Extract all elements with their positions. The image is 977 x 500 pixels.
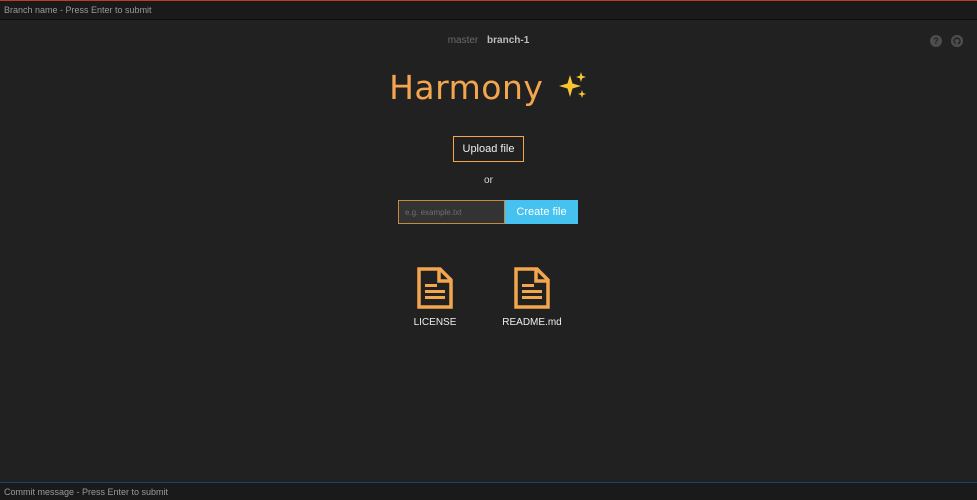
create-file-button[interactable]: Create file	[505, 200, 578, 224]
upload-file-button[interactable]: Upload file	[453, 136, 524, 162]
branch-name-input[interactable]	[0, 1, 977, 19]
new-filename-input[interactable]	[398, 200, 505, 224]
branch-list: master branch-1	[0, 35, 977, 46]
file-name-license: LICENSE	[413, 317, 457, 328]
app-title: Harmony	[389, 68, 544, 107]
sparkles-icon	[556, 71, 588, 106]
help-icon[interactable]: ?	[930, 35, 942, 47]
file-item-readme[interactable]: README.md	[487, 266, 577, 328]
or-divider-text: or	[484, 175, 493, 186]
github-icon[interactable]	[951, 35, 963, 47]
document-icon	[417, 267, 453, 309]
branch-tab-master[interactable]: master	[448, 35, 479, 46]
file-item-license[interactable]: LICENSE	[390, 266, 480, 328]
title-wrap: Harmony	[0, 68, 977, 107]
file-name-readme: README.md	[502, 317, 562, 328]
app-root: master branch-1 ? Harmony Upload file or…	[0, 0, 977, 500]
commit-message-input[interactable]	[0, 483, 977, 500]
document-icon	[514, 267, 550, 309]
commit-message-bar	[0, 482, 977, 500]
branch-tab-current[interactable]: branch-1	[487, 35, 529, 46]
branch-name-bar	[0, 0, 977, 20]
